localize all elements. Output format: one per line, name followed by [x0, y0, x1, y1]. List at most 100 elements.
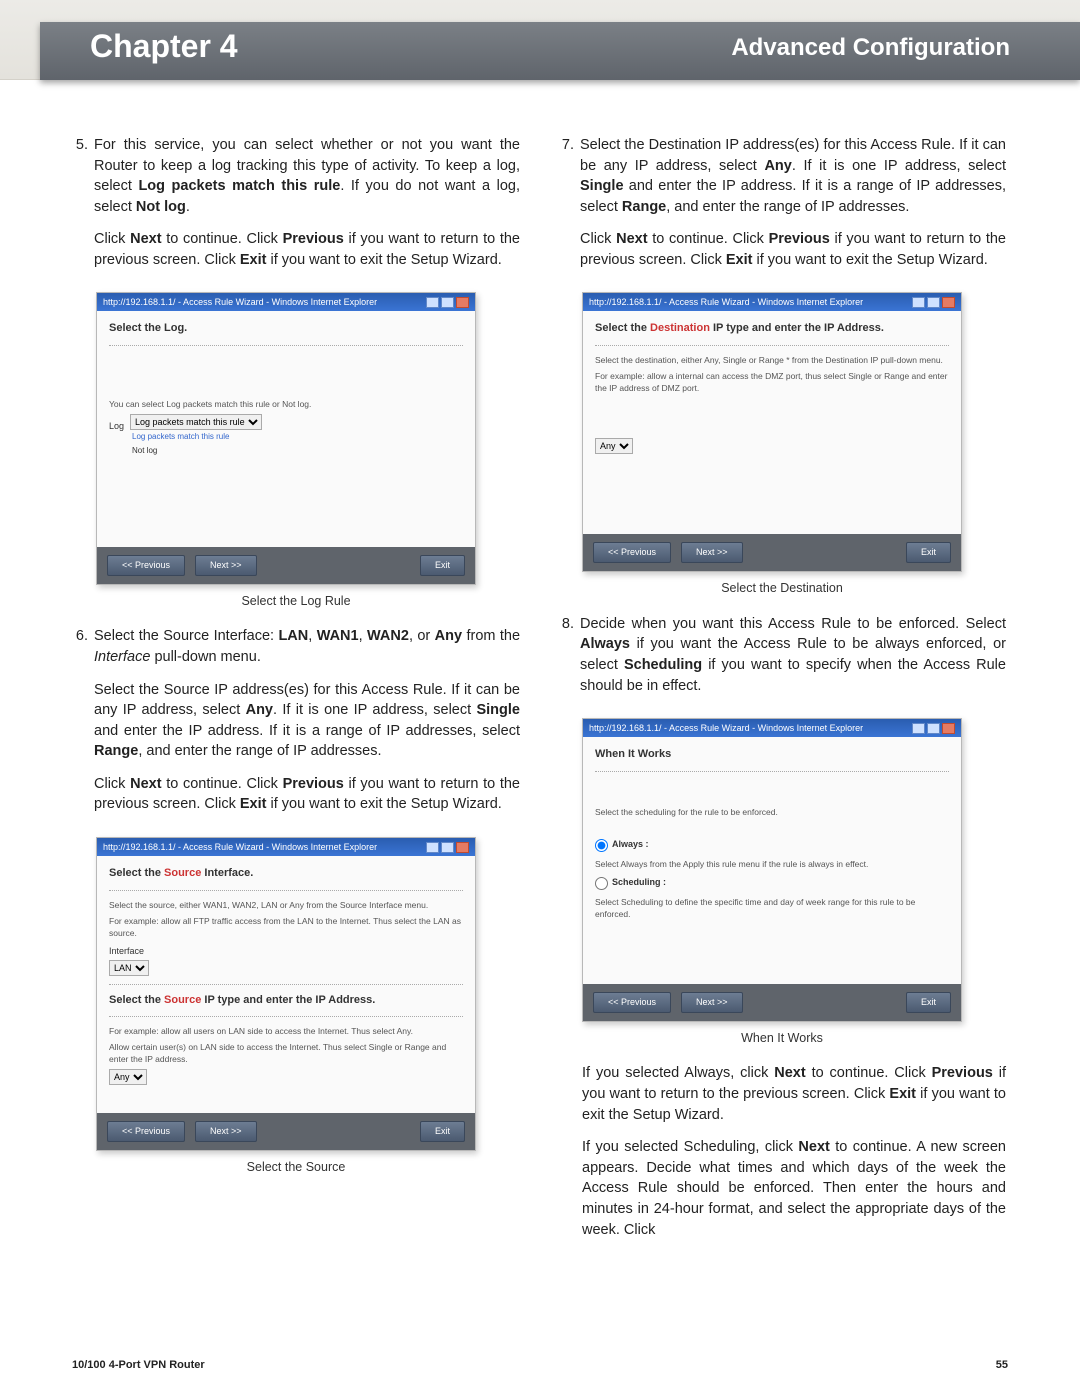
radio-scheduling[interactable]: Scheduling :	[595, 876, 949, 890]
wizard-heading: Select the Destination IP type and enter…	[595, 321, 949, 337]
wizard-footer: << Previous Next >> Exit	[583, 534, 961, 571]
window-title: http://192.168.1.1/ - Access Rule Wizard…	[103, 296, 377, 309]
paragraph: If you selected Always, click Next to co…	[582, 1063, 1006, 1125]
hint-text: You can select Log packets match this ru…	[109, 398, 463, 410]
window-buttons	[912, 723, 955, 734]
log-label: Log	[109, 420, 124, 433]
content: 5. For this service, you can select whet…	[72, 135, 1008, 1337]
minimize-icon[interactable]	[912, 297, 925, 308]
hint-text: Select the source, either WAN1, WAN2, LA…	[109, 899, 463, 911]
screenshot-source: http://192.168.1.1/ - Access Rule Wizard…	[96, 837, 476, 1151]
previous-button[interactable]: << Previous	[107, 1121, 185, 1142]
right-column: 7. Select the Destination IP address(es)…	[558, 135, 1006, 1337]
close-icon[interactable]	[942, 297, 955, 308]
close-icon[interactable]	[456, 842, 469, 853]
hint-text: Select the scheduling for the rule to be…	[595, 806, 949, 818]
chapter-title: Chapter 4	[90, 28, 238, 65]
previous-button[interactable]: << Previous	[593, 542, 671, 563]
page-number: 55	[996, 1359, 1008, 1371]
wizard-heading: When It Works	[595, 747, 949, 763]
paragraph: If you selected Scheduling, click Next t…	[582, 1137, 1006, 1240]
maximize-icon[interactable]	[927, 723, 940, 734]
maximize-icon[interactable]	[927, 297, 940, 308]
hint-text: Allow certain user(s) on LAN side to acc…	[109, 1041, 463, 1065]
radio-input[interactable]	[595, 877, 608, 890]
window-title: http://192.168.1.1/ - Access Rule Wizard…	[589, 722, 863, 735]
step-body: For this service, you can select whether…	[94, 135, 520, 282]
interface-select[interactable]: LAN	[109, 960, 149, 976]
step-body: Select the Source Interface: LAN, WAN1, …	[94, 626, 520, 827]
step-number: 5.	[72, 135, 94, 282]
figure-caption: Select the Log Rule	[72, 593, 520, 611]
paragraph: For this service, you can select whether…	[94, 135, 520, 217]
screenshot-when-it-works: http://192.168.1.1/ - Access Rule Wizard…	[582, 718, 962, 1022]
next-button[interactable]: Next >>	[195, 1121, 257, 1142]
header-bar: Chapter 4 Advanced Configuration	[40, 22, 1080, 80]
page: Chapter 4 Advanced Configuration 5. For …	[0, 0, 1080, 1397]
paragraph: Click Next to continue. Click Previous i…	[94, 774, 520, 815]
window-title: http://192.168.1.1/ - Access Rule Wizard…	[589, 296, 863, 309]
window-titlebar: http://192.168.1.1/ - Access Rule Wizard…	[583, 719, 961, 737]
previous-button[interactable]: << Previous	[107, 555, 185, 576]
paragraph: Select the Source Interface: LAN, WAN1, …	[94, 626, 520, 667]
destination-ip-select[interactable]: Any	[595, 438, 633, 454]
step-number: 6.	[72, 626, 94, 827]
window-title: http://192.168.1.1/ - Access Rule Wizard…	[103, 841, 377, 854]
exit-button[interactable]: Exit	[906, 992, 951, 1013]
step-7: 7. Select the Destination IP address(es)…	[558, 135, 1006, 282]
minimize-icon[interactable]	[426, 842, 439, 853]
wizard-heading: Select the Source Interface.	[109, 866, 463, 882]
select-option: Not log	[130, 444, 262, 457]
page-footer: 10/100 4-Port VPN Router 55	[72, 1359, 1008, 1371]
radio-always[interactable]: Always :	[595, 838, 949, 852]
continuation-text: If you selected Always, click Next to co…	[558, 1063, 1006, 1240]
step-8: 8. Decide when you want this Access Rule…	[558, 614, 1006, 708]
window-body: Select the Source Interface. Select the …	[97, 856, 475, 1113]
source-ip-select[interactable]: Any	[109, 1069, 147, 1085]
footer-product: 10/100 4-Port VPN Router	[72, 1359, 205, 1371]
wizard-footer: << Previous Next >> Exit	[583, 984, 961, 1021]
hint-text: Select Scheduling to define the specific…	[595, 896, 949, 920]
step-6: 6. Select the Source Interface: LAN, WAN…	[72, 626, 520, 827]
paragraph: Select the Source IP address(es) for thi…	[94, 680, 520, 762]
log-select[interactable]: Log packets match this rule	[130, 414, 262, 430]
left-column: 5. For this service, you can select whet…	[72, 135, 520, 1337]
wizard-heading: Select the Log.	[109, 321, 463, 337]
exit-button[interactable]: Exit	[420, 555, 465, 576]
paragraph: Select the Destination IP address(es) fo…	[580, 135, 1006, 217]
figure-caption: When It Works	[558, 1030, 1006, 1048]
window-titlebar: http://192.168.1.1/ - Access Rule Wizard…	[97, 293, 475, 311]
step-number: 7.	[558, 135, 580, 282]
wizard-heading: Select the Source IP type and enter the …	[109, 993, 463, 1009]
hint-text: For example: allow a internal can access…	[595, 370, 949, 394]
radio-input[interactable]	[595, 839, 608, 852]
minimize-icon[interactable]	[912, 723, 925, 734]
hint-text: For example: allow all users on LAN side…	[109, 1025, 463, 1037]
close-icon[interactable]	[456, 297, 469, 308]
minimize-icon[interactable]	[426, 297, 439, 308]
interface-label: Interface	[109, 945, 463, 958]
paragraph: Decide when you want this Access Rule to…	[580, 614, 1006, 696]
exit-button[interactable]: Exit	[906, 542, 951, 563]
window-titlebar: http://192.168.1.1/ - Access Rule Wizard…	[97, 838, 475, 856]
hint-text: Select the destination, either Any, Sing…	[595, 354, 949, 366]
step-number: 8.	[558, 614, 580, 708]
header-band: Chapter 4 Advanced Configuration	[0, 0, 1080, 80]
next-button[interactable]: Next >>	[681, 542, 743, 563]
wizard-footer: << Previous Next >> Exit	[97, 1113, 475, 1150]
maximize-icon[interactable]	[441, 297, 454, 308]
window-body: Select the Log. You can select Log packe…	[97, 311, 475, 546]
next-button[interactable]: Next >>	[195, 555, 257, 576]
previous-button[interactable]: << Previous	[593, 992, 671, 1013]
screenshot-log-rule: http://192.168.1.1/ - Access Rule Wizard…	[96, 292, 476, 584]
step-body: Decide when you want this Access Rule to…	[580, 614, 1006, 708]
select-option: Log packets match this rule	[130, 430, 262, 443]
paragraph: Click Next to continue. Click Previous i…	[580, 229, 1006, 270]
window-buttons	[426, 297, 469, 308]
hint-text: Select Always from the Apply this rule m…	[595, 858, 949, 870]
close-icon[interactable]	[942, 723, 955, 734]
next-button[interactable]: Next >>	[681, 992, 743, 1013]
exit-button[interactable]: Exit	[420, 1121, 465, 1142]
paragraph: Click Next to continue. Click Previous i…	[94, 229, 520, 270]
maximize-icon[interactable]	[441, 842, 454, 853]
